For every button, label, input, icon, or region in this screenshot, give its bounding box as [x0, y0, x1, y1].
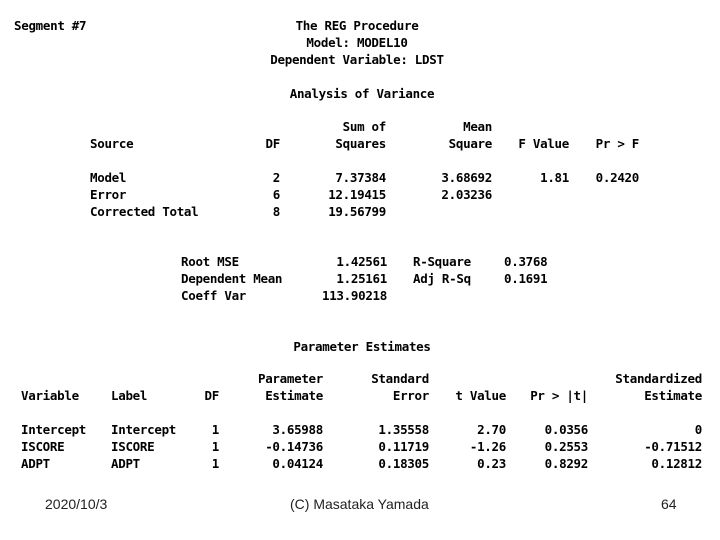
- param-label: ADPT: [111, 456, 140, 471]
- fit-label: Coeff Var: [181, 288, 247, 303]
- anova-header-ss-2: Squares: [335, 136, 386, 151]
- anova-f: 1.81: [540, 170, 569, 185]
- param-variable: ADPT: [21, 456, 50, 471]
- anova-ss: 19.56799: [328, 204, 386, 219]
- param-p: 0.2553: [544, 439, 589, 454]
- params-header-p: Pr > |t|: [530, 388, 588, 403]
- segment-label: Segment #7: [14, 18, 87, 33]
- page-number: 64: [661, 496, 677, 512]
- param-std: 0.12812: [651, 456, 702, 471]
- fit-value: 113.90218: [321, 288, 387, 303]
- params-title: Parameter Estimates: [293, 339, 431, 354]
- params-header-std-2: Estimate: [644, 388, 702, 403]
- params-header-df: DF: [204, 388, 220, 403]
- params-header-se-2: Error: [392, 388, 429, 403]
- anova-ss: 12.19415: [328, 187, 386, 202]
- param-df: 1: [211, 422, 220, 437]
- param-se: 0.11719: [378, 439, 429, 454]
- anova-df: 8: [272, 204, 281, 219]
- param-t: -1.26: [469, 439, 506, 454]
- param-p: 0.0356: [544, 422, 589, 437]
- params-header-std-1: Standardized: [615, 371, 702, 386]
- param-t: 2.70: [477, 422, 506, 437]
- param-estimate: 0.04124: [272, 456, 323, 471]
- anova-header-f: F Value: [518, 136, 569, 151]
- anova-p: 0.2420: [595, 170, 640, 185]
- fit-label-2: Adj R-Sq: [413, 271, 471, 286]
- param-p: 0.8292: [544, 456, 589, 471]
- fit-value: 1.25161: [336, 271, 387, 286]
- anova-ss: 7.37384: [335, 170, 386, 185]
- model-name: Model: MODEL10: [306, 35, 408, 50]
- footer-date: 2020/10/3: [45, 496, 108, 512]
- params-header-estimate-2: Estimate: [265, 388, 323, 403]
- params-header-estimate-1: Parameter: [257, 371, 323, 386]
- param-se: 1.35558: [378, 422, 429, 437]
- fit-label-2: R-Square: [413, 254, 471, 269]
- param-variable: Intercept: [21, 422, 87, 437]
- anova-header-source: Source: [90, 136, 134, 151]
- anova-header-ss-1: Sum of: [342, 119, 387, 134]
- anova-ms: 2.03236: [441, 187, 492, 202]
- param-label: ISCORE: [111, 439, 155, 454]
- param-se: 0.18305: [378, 456, 429, 471]
- anova-df: 6: [272, 187, 281, 202]
- anova-source: Error: [90, 187, 127, 202]
- fit-value: 1.42561: [336, 254, 387, 269]
- param-df: 1: [211, 439, 220, 454]
- param-std: -0.71512: [644, 439, 702, 454]
- dependent-variable: Dependent Variable: LDST: [270, 52, 444, 67]
- anova-source: Model: [90, 170, 127, 185]
- fit-value-2: 0.1691: [504, 271, 548, 286]
- param-variable: ISCORE: [21, 439, 65, 454]
- param-estimate: -0.14736: [265, 439, 323, 454]
- params-header-se-1: Standard: [371, 371, 429, 386]
- anova-source: Corrected Total: [90, 204, 199, 219]
- anova-ms: 3.68692: [441, 170, 492, 185]
- param-t: 0.23: [477, 456, 506, 471]
- anova-title: Analysis of Variance: [289, 86, 435, 101]
- fit-label: Dependent Mean: [181, 271, 283, 286]
- param-estimate: 3.65988: [272, 422, 323, 437]
- param-df: 1: [211, 456, 220, 471]
- fit-label: Root MSE: [181, 254, 239, 269]
- anova-header-df: DF: [265, 136, 281, 151]
- params-header-label: Label: [111, 388, 148, 403]
- fit-value-2: 0.3768: [504, 254, 548, 269]
- footer-author: (C) Masataka Yamada: [290, 496, 429, 512]
- params-header-t: t Value: [455, 388, 506, 403]
- anova-header-ms-1: Mean: [463, 119, 492, 134]
- params-header-variable: Variable: [21, 388, 79, 403]
- procedure-title: The REG Procedure: [295, 18, 419, 33]
- param-std: 0: [694, 422, 703, 437]
- anova-header-p: Pr > F: [595, 136, 640, 151]
- anova-df: 2: [272, 170, 281, 185]
- anova-header-ms-2: Square: [448, 136, 493, 151]
- param-label: Intercept: [111, 422, 177, 437]
